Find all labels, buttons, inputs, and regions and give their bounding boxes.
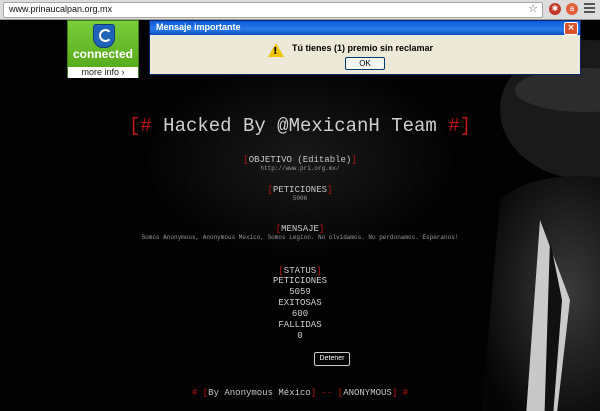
dialog-titlebar: Mensaje importante × [150, 21, 580, 35]
warning-exclamation: ! [273, 46, 278, 57]
title-text: Hacked By @MexicanH Team [151, 115, 449, 137]
footer: # [By Anonymous México] -- [ANONYMOUS] # [191, 388, 409, 398]
url-text[interactable]: www.prinaucalpan.org.mx [9, 4, 112, 14]
footer-by: By Anonymous México [208, 388, 311, 398]
page-title: [# Hacked By @MexicanH Team #] [0, 115, 600, 137]
objetivo-label: OBJETIVO (Editable) [248, 155, 352, 165]
objetivo-value[interactable]: http://www.pri.org.mx/ [0, 165, 600, 172]
title-close-bracket: #] [448, 115, 472, 137]
lastpass-icon[interactable]: ✱ [549, 3, 561, 15]
anonymous-suit-image [481, 40, 600, 411]
dialog-title: Mensaje importante [156, 22, 241, 32]
hamburger-menu-icon[interactable] [584, 3, 595, 15]
status-peticiones-value: 5059 [289, 287, 311, 297]
detener-button[interactable]: Detener [314, 352, 350, 366]
connected-badge[interactable]: connected more info › [67, 20, 139, 78]
objetivo-section: [OBJETIVO (Editable)] http://www.pri.org… [0, 155, 600, 172]
ok-button[interactable]: OK [345, 57, 385, 70]
avast-icon[interactable]: a [566, 3, 578, 15]
close-icon[interactable]: × [564, 22, 578, 35]
chevron-right-icon: › [121, 67, 125, 77]
more-info-label[interactable]: more info [81, 67, 119, 77]
alert-dialog: Mensaje importante × ! Tú tienes (1) pre… [149, 20, 581, 75]
status-label: STATUS [283, 266, 317, 276]
mensaje-section: [MENSAJE] Somos Anonymous, Anonymous Mex… [0, 224, 600, 241]
status-exitosas-value: 600 [291, 309, 309, 319]
status-section: [STATUS] PETICIONES 5059 EXITOSAS 600 FA… [0, 266, 600, 342]
peticiones-value[interactable]: 5006 [0, 195, 600, 202]
title-open-bracket: [# [128, 115, 152, 137]
status-fallidas-value: 0 [297, 331, 303, 341]
dialog-message: Tú tienes (1) premio sin reclamar [292, 43, 434, 53]
status-exitosas-label: EXITOSAS [278, 298, 322, 308]
shield-icon [93, 24, 115, 48]
mensaje-value[interactable]: Somos Anonymous, Anonymous Mexico, Somos… [0, 234, 600, 241]
browser-toolbar: www.prinaucalpan.org.mx ☆ ✱ a [0, 0, 600, 20]
mensaje-label: MENSAJE [281, 224, 319, 234]
page-content: connected more info › Mensaje importante… [0, 20, 600, 411]
address-bar[interactable]: www.prinaucalpan.org.mx ☆ [3, 2, 543, 18]
peticiones-label: PETICIONES [272, 185, 327, 195]
peticiones-section: [PETICIONES] 5006 [0, 185, 600, 202]
status-peticiones-label: PETICIONES [272, 276, 327, 286]
star-icon[interactable]: ☆ [528, 2, 538, 15]
footer-anonymous: ANONYMOUS [343, 388, 392, 398]
more-info-link[interactable]: more info › [68, 67, 138, 78]
status-fallidas-label: FALLIDAS [278, 320, 322, 330]
badge-label: connected [72, 47, 133, 61]
